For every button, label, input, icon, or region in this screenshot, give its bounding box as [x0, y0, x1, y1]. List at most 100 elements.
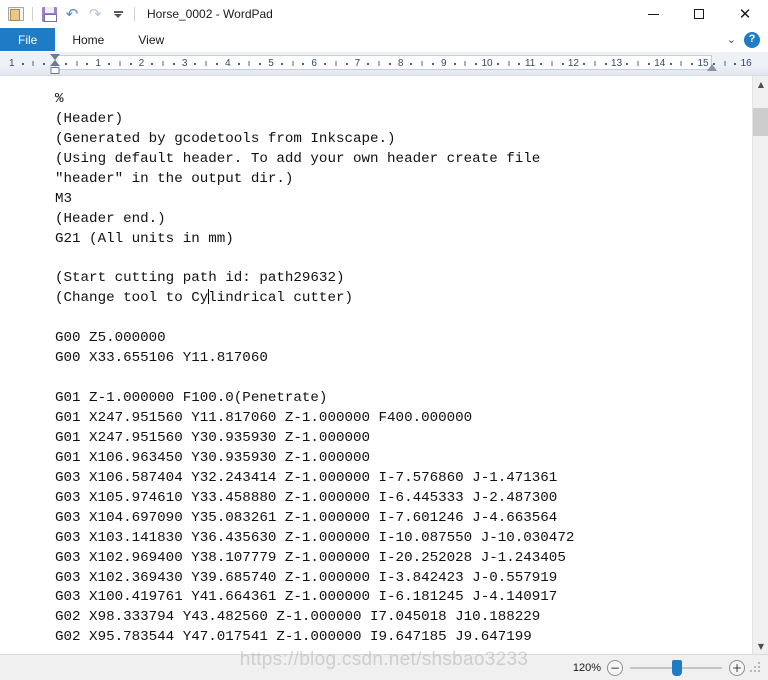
ribbon-tabs: File Home View ⌄ ?: [0, 28, 768, 52]
scroll-up-icon[interactable]: ▲: [753, 76, 768, 92]
maximize-button[interactable]: [676, 0, 722, 28]
scroll-down-icon[interactable]: ▼: [753, 638, 768, 654]
vertical-scrollbar[interactable]: ▲ ▼: [752, 76, 768, 654]
document-line[interactable]: G03 X102.969400 Y38.107779 Z-1.000000 I-…: [55, 549, 752, 569]
status-bar: https://blog.csdn.net/shsbao3233 120% − …: [0, 649, 768, 680]
ruler-half-tick: [119, 61, 121, 66]
ruler-number: 2: [138, 58, 145, 69]
undo-icon[interactable]: ↶: [61, 3, 83, 25]
document-line[interactable]: M3: [55, 190, 752, 210]
document-line[interactable]: [55, 250, 752, 270]
ruler-quarter-tick: [388, 63, 391, 65]
document-line[interactable]: (Header): [55, 110, 752, 130]
zoom-slider-thumb[interactable]: [672, 659, 683, 676]
ruler-quarter-tick: [410, 63, 413, 65]
ruler-quarter-tick: [345, 63, 348, 65]
save-icon[interactable]: [38, 3, 60, 25]
toolbar-divider: [32, 7, 33, 21]
tab-home[interactable]: Home: [55, 28, 121, 51]
ruler-quarter-tick: [734, 63, 737, 65]
ruler-quarter-tick: [259, 63, 262, 65]
ruler-half-tick: [421, 61, 423, 66]
hanging-indent-marker[interactable]: [50, 60, 60, 66]
document-line[interactable]: [55, 369, 752, 389]
tab-view[interactable]: View: [121, 28, 181, 51]
document-line[interactable]: G21 (All units in mm): [55, 230, 752, 250]
ruler-half-tick: [637, 61, 639, 66]
ruler-quarter-tick: [518, 63, 521, 65]
zoom-slider[interactable]: [630, 659, 722, 676]
ruler-half-tick: [724, 61, 726, 66]
help-icon[interactable]: ?: [744, 31, 760, 48]
ruler-number: 4: [225, 58, 231, 69]
wordpad-window: ↶ ↷ Horse_0002 - WordPad ✕ File Home Vie…: [0, 0, 768, 680]
window-controls: ✕: [630, 0, 768, 28]
ruler-quarter-tick: [367, 63, 370, 65]
ruler-half-tick: [508, 61, 510, 66]
ruler-quarter-tick: [496, 63, 499, 65]
redo-glyph: ↷: [88, 4, 102, 23]
ruler-number: 9: [441, 58, 447, 69]
ruler[interactable]: 1 1 2 3 4 5 6 7 8 9 10 11 12 13 14 15 16: [0, 52, 768, 76]
close-button[interactable]: ✕: [722, 0, 768, 28]
window-title: Horse_0002 - WordPad: [147, 7, 273, 21]
left-indent-marker[interactable]: [50, 67, 60, 74]
ruler-quarter-tick: [280, 63, 283, 65]
ruler-half-tick: [32, 61, 34, 66]
minimize-button[interactable]: [630, 0, 676, 28]
document-line[interactable]: (Header end.): [55, 210, 752, 230]
zoom-in-button[interactable]: +: [729, 659, 745, 676]
tab-file[interactable]: File: [0, 28, 56, 51]
document-line[interactable]: (Start cutting path id: path29632): [55, 269, 752, 289]
ruler-quarter-tick: [475, 63, 478, 65]
ruler-quarter-tick: [648, 63, 650, 65]
document-line[interactable]: G03 X100.419761 Y41.664361 Z-1.000000 I-…: [55, 588, 752, 608]
zoom-level-label: 120%: [572, 661, 601, 674]
redo-icon[interactable]: ↷: [84, 3, 106, 25]
document-line[interactable]: G00 Z5.000000: [55, 329, 752, 349]
document-line[interactable]: G02 X98.333794 Y43.482560 Z-1.000000 I7.…: [55, 608, 752, 628]
document-line[interactable]: "header" in the output dir.): [55, 170, 752, 190]
text-caret: [207, 289, 209, 305]
wordpad-icon[interactable]: [5, 3, 27, 25]
zoom-out-button[interactable]: −: [607, 659, 623, 676]
ruler-number: 1: [9, 58, 15, 69]
close-icon: ✕: [738, 4, 752, 23]
ruler-number: 8: [397, 58, 404, 69]
ruler-number: 3: [181, 58, 188, 69]
document-line[interactable]: G01 X106.963450 Y30.935930 Z-1.000000: [55, 449, 752, 469]
scrollbar-track[interactable]: [753, 92, 768, 638]
resize-grip-icon[interactable]: [750, 661, 762, 674]
document-line[interactable]: (Using default header. To add your own h…: [55, 150, 752, 170]
ruler-quarter-tick: [129, 63, 132, 65]
document-line[interactable]: (Generated by gcodetools from Inkscape.): [55, 130, 752, 150]
document-line[interactable]: G01 X247.951560 Y30.935930 Z-1.000000: [55, 429, 752, 449]
document-line[interactable]: [55, 309, 752, 329]
ruler-quarter-tick: [86, 63, 89, 65]
ruler-quarter-tick: [21, 63, 24, 65]
document-line[interactable]: G03 X104.697090 Y35.083261 Z-1.000000 I-…: [55, 509, 752, 529]
ruler-quarter-tick: [540, 63, 542, 65]
ruler-quarter-tick: [691, 63, 694, 65]
toolbar-divider-2: [134, 7, 135, 21]
document-line[interactable]: G00 X33.655106 Y11.817060: [55, 349, 752, 369]
customize-quick-access-icon[interactable]: [107, 3, 129, 25]
scrollbar-thumb[interactable]: [753, 108, 768, 136]
document-line[interactable]: G03 X103.141830 Y36.435630 Z-1.000000 I-…: [55, 529, 752, 549]
ruler-half-tick: [335, 61, 337, 66]
right-indent-marker[interactable]: [706, 64, 717, 71]
document-page[interactable]: % (Header) (Generated by gcodetools from I…: [0, 76, 752, 654]
ruler-half-tick: [680, 61, 682, 66]
document-line[interactable]: G01 X247.951560 Y11.817060 Z-1.000000 F4…: [55, 409, 752, 429]
document-line[interactable]: G01 Z-1.000000 F100.0(Penetrate): [55, 389, 752, 409]
document-line[interactable]: G03 X102.369430 Y39.685740 Z-1.000000 I-…: [55, 569, 752, 589]
ruler-quarter-tick: [43, 63, 46, 65]
document-line[interactable]: (Change tool to Cylindrical cutter): [55, 289, 752, 309]
ruler-half-tick: [378, 61, 380, 66]
document-line[interactable]: G03 X106.587404 Y32.243414 Z-1.000000 I-…: [55, 469, 752, 489]
ruler-quarter-tick: [324, 63, 326, 65]
document-line[interactable]: %: [55, 90, 752, 110]
document-text[interactable]: % (Header) (Generated by gcodetools from I…: [55, 90, 752, 654]
chevron-down-icon[interactable]: ⌄: [725, 33, 738, 46]
document-line[interactable]: G03 X105.974610 Y33.458880 Z-1.000000 I-…: [55, 489, 752, 509]
